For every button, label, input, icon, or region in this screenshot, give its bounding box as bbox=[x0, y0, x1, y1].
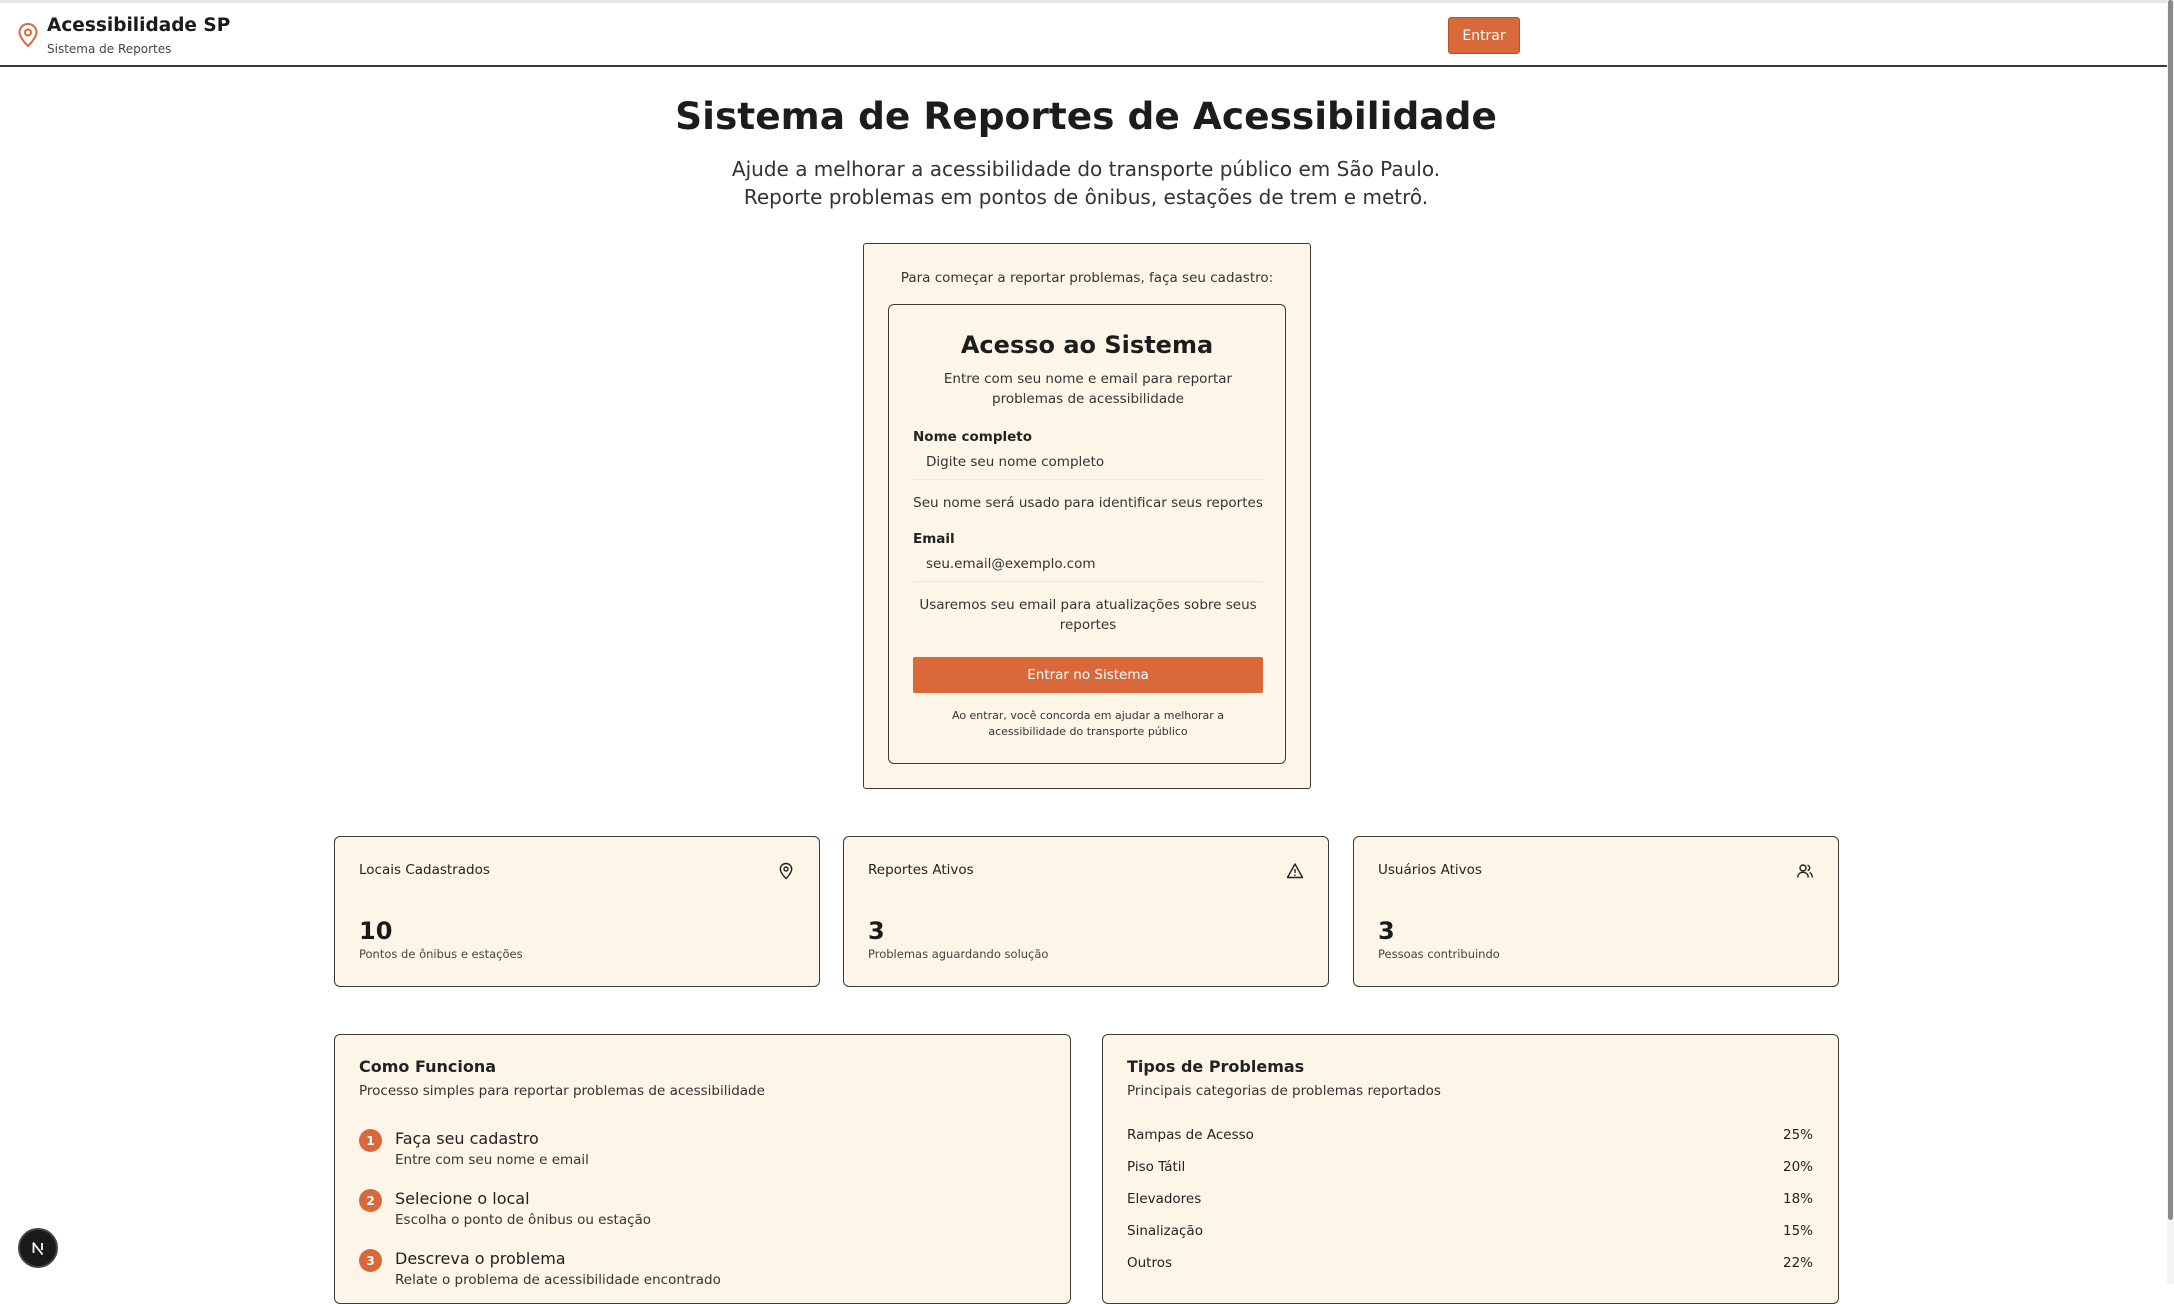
step-item: 2 Selecione o local Escolha o ponto de ô… bbox=[359, 1185, 1009, 1235]
stat-subtitle: Pessoas contribuindo bbox=[1378, 947, 1500, 961]
step-title: Descreva o problema bbox=[395, 1249, 566, 1268]
stat-title: Usuários Ativos bbox=[1378, 862, 1482, 878]
step-number: 1 bbox=[359, 1129, 382, 1152]
problem-type-name: Piso Tátil bbox=[1127, 1159, 1186, 1175]
step-title: Faça seu cadastro bbox=[395, 1129, 539, 1148]
problem-types-card: Tipos de Problemas Principais categorias… bbox=[1102, 1034, 1839, 1304]
problem-type-percent: 20% bbox=[1782, 1159, 1813, 1175]
problem-type-row: Elevadores 18% bbox=[1127, 1191, 1813, 1211]
problem-types-title: Tipos de Problemas bbox=[1127, 1057, 1305, 1076]
stat-title: Locais Cadastrados bbox=[359, 862, 490, 878]
users-icon bbox=[1797, 864, 1813, 878]
step-number: 3 bbox=[359, 1249, 382, 1272]
step-item: 1 Faça seu cadastro Entre com seu nome e… bbox=[359, 1125, 1009, 1175]
problem-type-row: Piso Tátil 20% bbox=[1127, 1159, 1813, 1179]
hero-line-1: Ajude a melhorar a acessibilidade do tra… bbox=[731, 157, 1441, 181]
brand-title[interactable]: Acessibilidade SP bbox=[47, 15, 230, 36]
how-it-works-subtitle: Processo simples para reportar problemas… bbox=[359, 1083, 765, 1099]
problem-type-percent: 15% bbox=[1782, 1223, 1813, 1239]
terms-notice: Ao entrar, você concorda em ajudar a mel… bbox=[951, 709, 1224, 738]
warning-triangle-icon bbox=[1286, 863, 1304, 879]
name-label: Nome completo bbox=[913, 429, 1033, 445]
how-it-works-title: Como Funciona bbox=[359, 1057, 497, 1076]
email-input[interactable] bbox=[913, 546, 1263, 582]
stat-card-reports: Reportes Ativos 3 Problemas aguardando s… bbox=[843, 836, 1329, 987]
stat-subtitle: Pontos de ônibus e estações bbox=[359, 947, 523, 961]
step-title: Selecione o local bbox=[395, 1189, 530, 1208]
step-description: Entre com seu nome e email bbox=[395, 1152, 589, 1168]
problem-type-name: Rampas de Acesso bbox=[1127, 1127, 1254, 1143]
step-item: 3 Descreva o problema Relate o problema … bbox=[359, 1245, 1009, 1295]
stat-value: 3 bbox=[1378, 917, 1395, 945]
step-description: Escolha o ponto de ônibus ou estação bbox=[395, 1212, 652, 1228]
stat-card-users: Usuários Ativos 3 Pessoas contribuindo bbox=[1353, 836, 1839, 987]
problem-type-name: Outros bbox=[1127, 1255, 1173, 1271]
stat-subtitle: Problemas aguardando solução bbox=[868, 947, 1049, 961]
hero-line-2: Reporte problemas em pontos de ônibus, e… bbox=[743, 185, 1429, 209]
problem-type-percent: 22% bbox=[1782, 1255, 1813, 1271]
login-button[interactable]: Entrar bbox=[1448, 17, 1520, 54]
signup-panel: Para começar a reportar problemas, faça … bbox=[863, 243, 1311, 789]
problem-type-row: Sinalização 15% bbox=[1127, 1223, 1813, 1243]
signup-intro: Para começar a reportar problemas, faça … bbox=[900, 270, 1274, 286]
page-title: Sistema de Reportes de Acessibilidade bbox=[675, 94, 1497, 138]
login-card-description: Entre com seu nome e email para reportar… bbox=[943, 371, 1233, 407]
step-description: Relate o problema de acessibilidade enco… bbox=[395, 1272, 721, 1288]
email-label: Email bbox=[913, 531, 955, 547]
login-card-title: Acesso ao Sistema bbox=[960, 331, 1214, 359]
name-help-text: Seu nome será usado para identificar seu… bbox=[913, 495, 1263, 511]
submit-login-button[interactable]: Entrar no Sistema bbox=[913, 657, 1263, 693]
login-card: Acesso ao Sistema Entre com seu nome e e… bbox=[888, 304, 1286, 764]
nextjs-logo-icon bbox=[32, 1242, 44, 1256]
stat-title: Reportes Ativos bbox=[868, 862, 974, 878]
problem-type-row: Outros 22% bbox=[1127, 1255, 1813, 1275]
how-it-works-card: Como Funciona Processo simples para repo… bbox=[334, 1034, 1071, 1304]
brand-subtitle: Sistema de Reportes bbox=[47, 42, 172, 56]
map-pin-icon bbox=[779, 862, 793, 880]
problem-type-name: Elevadores bbox=[1127, 1191, 1202, 1207]
map-pin-icon bbox=[18, 22, 38, 48]
site-header: Acessibilidade SP Sistema de Reportes En… bbox=[0, 3, 2172, 67]
problem-type-name: Sinalização bbox=[1127, 1223, 1203, 1239]
problem-types-subtitle: Principais categorias de problemas repor… bbox=[1127, 1083, 1441, 1099]
stat-value: 3 bbox=[868, 917, 885, 945]
problem-type-percent: 25% bbox=[1782, 1127, 1813, 1143]
problem-type-row: Rampas de Acesso 25% bbox=[1127, 1127, 1813, 1147]
email-help-text: Usaremos seu email para atualizações sob… bbox=[919, 597, 1257, 633]
stat-card-locations: Locais Cadastrados 10 Pontos de ônibus e… bbox=[334, 836, 820, 987]
stat-value: 10 bbox=[359, 917, 393, 945]
hero-description: Ajude a melhorar a acessibilidade do tra… bbox=[0, 155, 2172, 211]
name-input[interactable] bbox=[913, 444, 1263, 480]
step-number: 2 bbox=[359, 1189, 382, 1212]
dev-tools-badge[interactable] bbox=[18, 1228, 58, 1268]
problem-type-percent: 18% bbox=[1782, 1191, 1813, 1207]
